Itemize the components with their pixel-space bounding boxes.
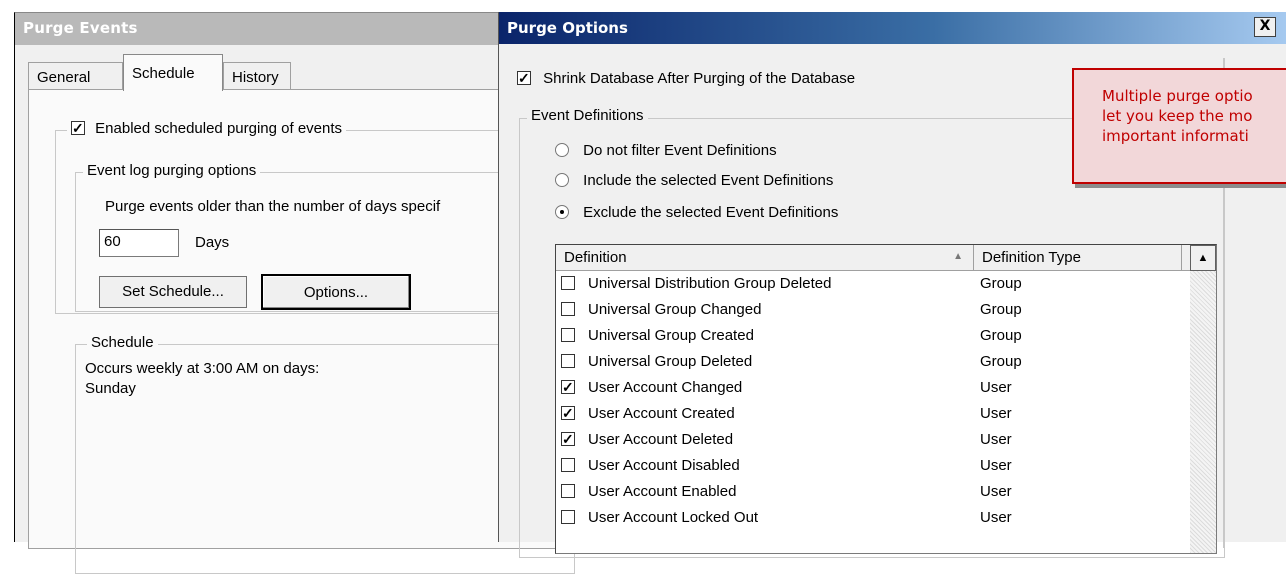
schedule-tab-panel: Enabled scheduled purging of events Even… <box>28 89 575 574</box>
scroll-up-icon[interactable]: ▲ <box>1190 245 1216 271</box>
radio-label: Exclude the selected Event Definitions <box>583 204 839 221</box>
row-checkbox[interactable] <box>561 404 575 422</box>
days-input[interactable]: 60 <box>99 229 179 257</box>
list-item[interactable]: Universal Group Created Group <box>556 324 1196 350</box>
list-header: Definition ▲ Definition Type <box>556 245 1216 271</box>
row-definition: User Account Changed <box>588 379 743 396</box>
sort-ascending-icon: ▲ <box>953 251 963 262</box>
row-definition: Universal Group Created <box>588 327 754 344</box>
vertical-scrollbar[interactable]: ▲ <box>1190 245 1216 553</box>
event-log-purging-caption: Event log purging options <box>83 162 261 179</box>
list-item[interactable]: User Account Created User <box>556 402 1196 428</box>
tab-schedule[interactable]: Schedule <box>123 54 223 91</box>
list-item[interactable]: User Account Changed User <box>556 376 1196 402</box>
row-checkbox[interactable] <box>561 458 575 472</box>
row-definition: User Account Disabled <box>588 457 740 474</box>
row-checkbox[interactable] <box>561 484 575 498</box>
options-button[interactable]: Options... <box>261 274 411 310</box>
row-definition-type: User <box>980 431 1012 448</box>
list-item[interactable]: Universal Distribution Group Deleted Grou… <box>556 272 1196 298</box>
list-item[interactable]: User Account Locked Out User <box>556 506 1196 532</box>
callout-line-1: Multiple purge optio <box>1102 87 1253 105</box>
column-header-definition[interactable]: Definition ▲ <box>556 245 974 271</box>
list-item[interactable]: User Account Disabled User <box>556 454 1196 480</box>
purge-options-title: Purge Options <box>507 19 628 37</box>
row-definition-type: User <box>980 457 1012 474</box>
row-checkbox[interactable] <box>561 510 575 524</box>
radio-do-not-filter[interactable]: Do not filter Event Definitions <box>555 142 777 159</box>
column-header-definition-type[interactable]: Definition Type <box>974 245 1182 271</box>
row-checkbox[interactable] <box>561 378 575 396</box>
row-definition: User Account Enabled <box>588 483 737 500</box>
row-definition-type: User <box>980 483 1012 500</box>
row-definition: Universal Distribution Group Deleted <box>588 275 832 292</box>
row-checkbox[interactable] <box>561 354 575 368</box>
callout-annotation: Multiple purge optio let you keep the mo… <box>1072 68 1286 184</box>
row-definition-type: Group <box>980 275 1022 292</box>
schedule-summary-line1: Occurs weekly at 3:00 AM on days: <box>85 360 320 377</box>
radio-label: Do not filter Event Definitions <box>583 142 777 159</box>
event-definitions-caption: Event Definitions <box>527 107 648 124</box>
radio-button[interactable] <box>555 173 569 187</box>
close-button[interactable]: X <box>1254 17 1276 37</box>
scheduled-purging-caption: Enabled scheduled purging of events <box>67 119 347 137</box>
schedule-summary-line2: Sunday <box>85 380 136 397</box>
row-definition-type: Group <box>980 353 1022 370</box>
callout-line-2: let you keep the mo <box>1102 107 1253 125</box>
event-definitions-list[interactable]: Definition ▲ Definition Type Universal D… <box>555 244 1217 554</box>
list-item[interactable]: Universal Group Deleted Group <box>556 350 1196 376</box>
callout-line-3: important informati <box>1102 127 1249 145</box>
radio-button[interactable] <box>555 143 569 157</box>
row-definition: Universal Group Changed <box>588 301 762 318</box>
tab-general[interactable]: General <box>28 62 123 90</box>
row-checkbox[interactable] <box>561 276 575 290</box>
schedule-caption: Schedule <box>87 334 158 351</box>
enable-scheduled-purging-checkbox[interactable] <box>71 119 85 137</box>
list-item[interactable]: User Account Deleted User <box>556 428 1196 454</box>
row-definition: User Account Created <box>588 405 735 422</box>
row-checkbox[interactable] <box>561 302 575 316</box>
column-header-definition-label: Definition <box>564 249 627 266</box>
row-checkbox[interactable] <box>561 430 575 448</box>
shrink-database-row: Shrink Database After Purging of the Dat… <box>517 69 856 87</box>
purge-events-title: Purge Events <box>15 13 574 45</box>
row-definition: Universal Group Deleted <box>588 353 753 370</box>
row-definition-type: Group <box>980 327 1022 344</box>
tab-history[interactable]: History <box>223 62 291 90</box>
row-definition-type: User <box>980 509 1012 526</box>
purge-description: Purge events older than the number of da… <box>105 198 441 215</box>
enable-scheduled-purging-label: Enabled scheduled purging of events <box>95 120 343 137</box>
shrink-database-label: Shrink Database After Purging of the Dat… <box>543 70 856 87</box>
row-checkbox[interactable] <box>561 328 575 342</box>
radio-exclude-selected[interactable]: Exclude the selected Event Definitions <box>555 204 838 221</box>
shrink-database-checkbox[interactable] <box>517 69 531 87</box>
row-definition-type: User <box>980 405 1012 422</box>
radio-button[interactable] <box>555 205 569 219</box>
radio-label: Include the selected Event Definitions <box>583 172 834 189</box>
list-item[interactable]: Universal Group Changed Group <box>556 298 1196 324</box>
row-definition: User Account Deleted <box>588 431 734 448</box>
row-definition: User Account Locked Out <box>588 509 759 526</box>
purge-options-title-bar: Purge Options X <box>499 12 1286 44</box>
days-unit-label: Days <box>195 234 230 251</box>
set-schedule-button[interactable]: Set Schedule... <box>99 276 247 308</box>
radio-include-selected[interactable]: Include the selected Event Definitions <box>555 172 833 189</box>
row-definition-type: Group <box>980 301 1022 318</box>
list-item[interactable]: User Account Enabled User <box>556 480 1196 506</box>
row-definition-type: User <box>980 379 1012 396</box>
